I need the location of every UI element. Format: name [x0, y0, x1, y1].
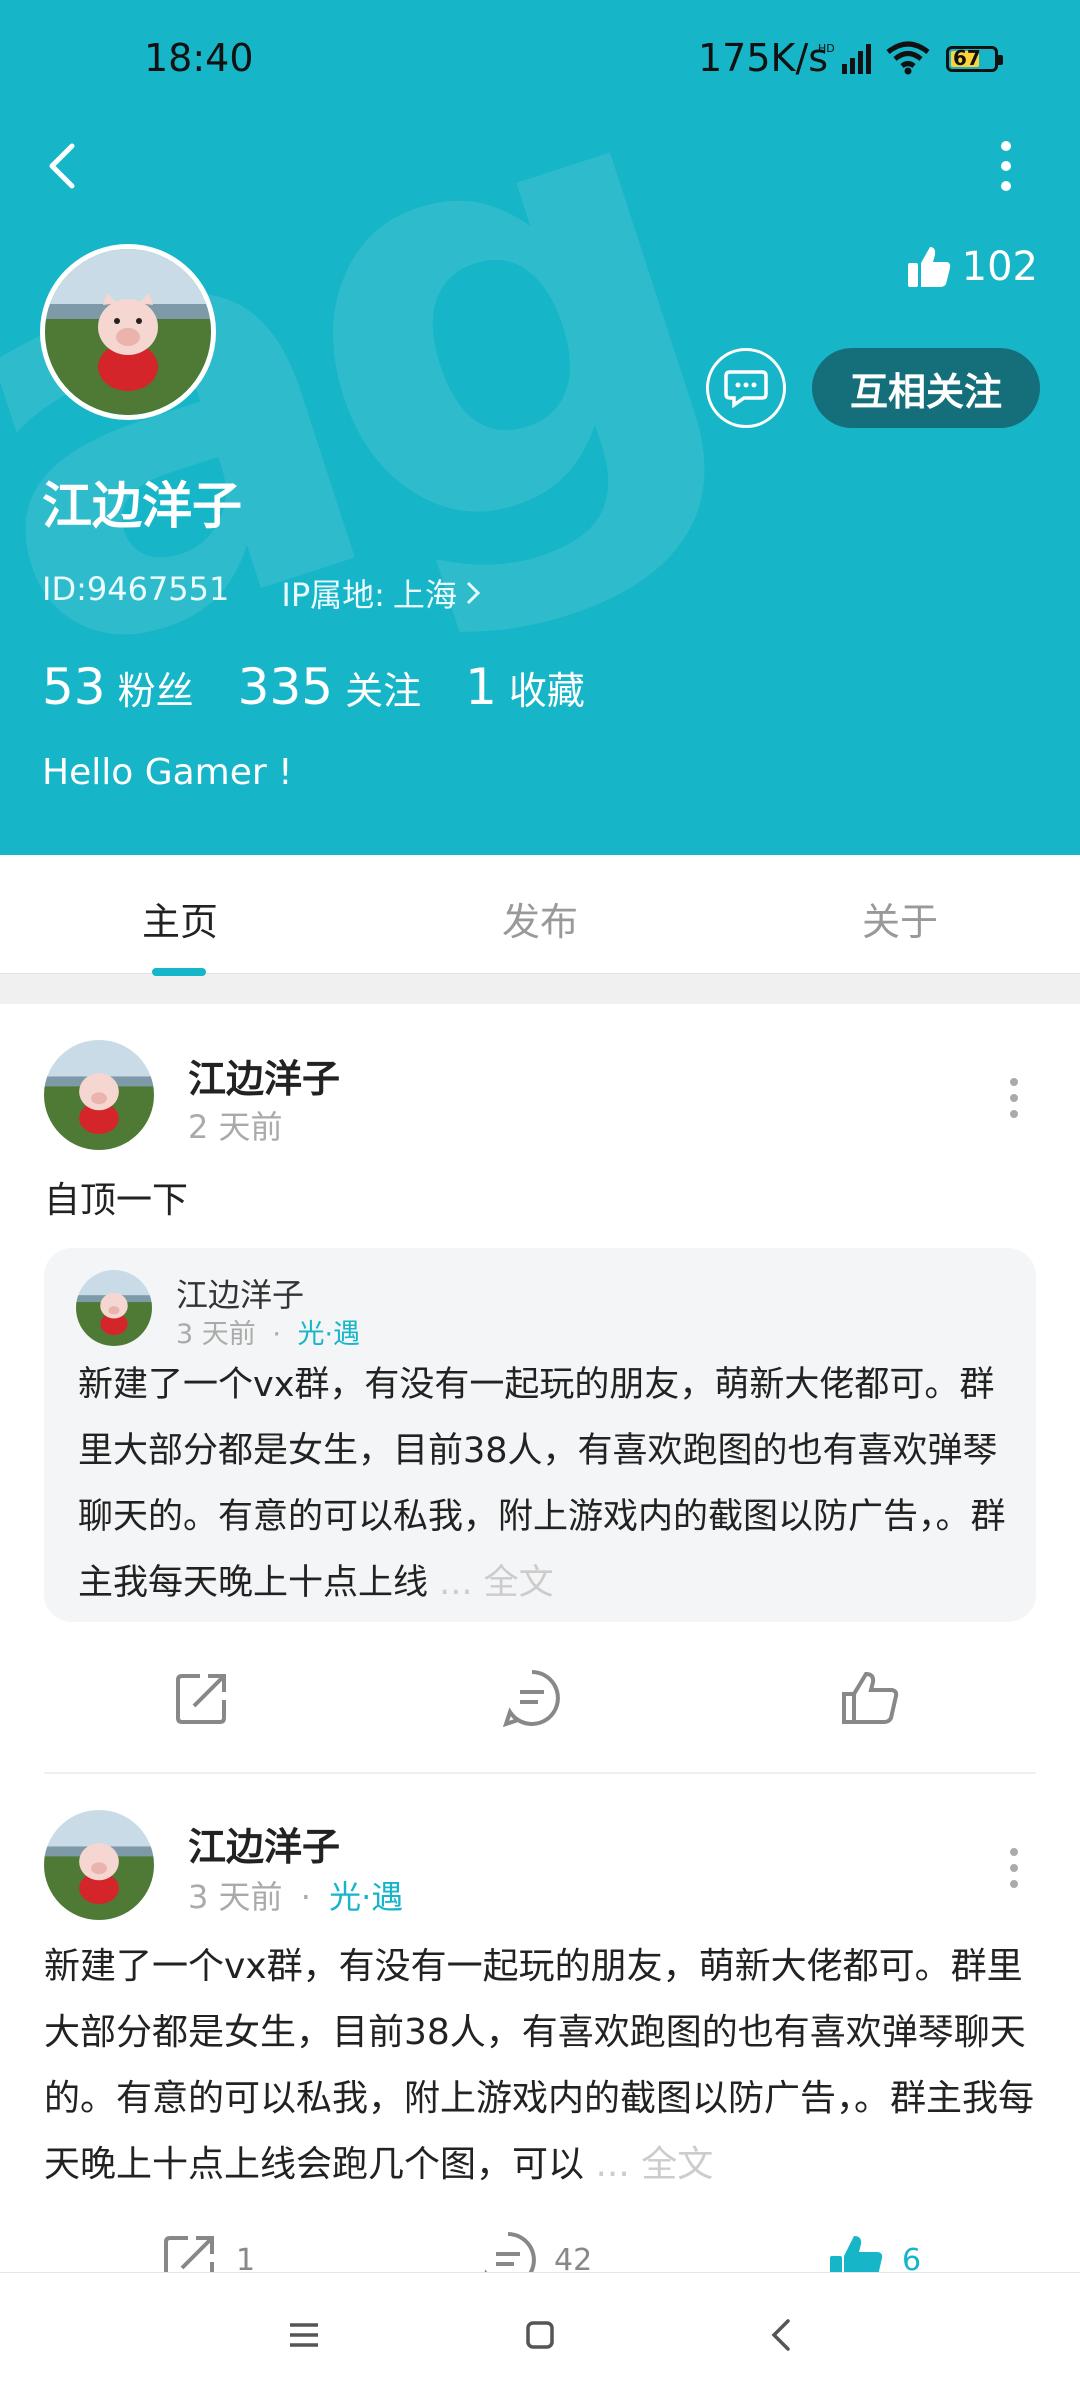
post-author-avatar[interactable] — [44, 1810, 154, 1920]
post-time: 2 天前 — [188, 1108, 283, 1146]
more-icon[interactable] — [990, 140, 1022, 192]
status-bar: 18:40 175K/s HD 67 — [0, 0, 1080, 120]
post-text: 新建了一个vx群，有没有一起玩的朋友，萌新大佬都可。群里大部分都是女生，目前38… — [44, 1934, 1036, 2198]
quoted-game-tag[interactable]: 光·遇 — [298, 1319, 361, 1350]
quoted-author-avatar — [76, 1270, 152, 1346]
menu-icon[interactable] — [284, 2315, 324, 2355]
like-button[interactable] — [840, 1668, 900, 1728]
comment-button[interactable]: 42 — [478, 2230, 592, 2272]
system-navigation-bar — [0, 2272, 1080, 2401]
message-button[interactable] — [706, 348, 786, 428]
post-more-icon[interactable] — [1008, 1846, 1020, 1898]
ip-location-link[interactable]: IP属地: 上海 — [281, 570, 481, 616]
tab-about[interactable]: 关于 — [800, 891, 1000, 946]
meta-separator: · — [272, 1319, 281, 1350]
comment-icon — [502, 1670, 560, 1728]
battery-level: 67 — [953, 46, 981, 70]
user-id: ID:9467551 — [42, 570, 230, 608]
share-icon — [176, 1674, 226, 1724]
like-count-text: 102 — [961, 244, 1038, 290]
followers-label[interactable]: 粉丝 — [118, 660, 194, 715]
svg-text:HD: HD — [818, 42, 835, 55]
ip-location: 上海 — [392, 576, 457, 614]
favorites-label[interactable]: 收藏 — [509, 660, 585, 715]
following-label[interactable]: 关注 — [345, 660, 421, 715]
quoted-post-time: 3 天前 — [176, 1319, 256, 1350]
thumb-up-icon — [842, 1671, 899, 1724]
pig-avatar-image — [76, 1270, 152, 1346]
profile-tabs: 主页 发布 关于 — [0, 855, 1080, 974]
read-more-link[interactable]: ... 全文 — [595, 2144, 713, 2185]
profile-like-count[interactable]: 102 — [906, 244, 1038, 290]
tab-home[interactable]: 主页 — [80, 891, 280, 946]
tab-posts[interactable]: 发布 — [440, 891, 640, 946]
following-count[interactable]: 335 — [238, 658, 333, 716]
read-more-link[interactable]: ... 全文 — [439, 1563, 554, 1603]
like-button[interactable]: 6 — [826, 2230, 921, 2272]
home-icon[interactable] — [520, 2315, 560, 2355]
share-button[interactable]: 1 — [160, 2230, 255, 2272]
profile-stats: 53 粉丝 335 关注 1 收藏 — [42, 658, 629, 716]
post-text: 自顶一下 — [44, 1180, 189, 1221]
profile-bio: Hello Gamer ! — [42, 752, 293, 793]
active-tab-indicator — [152, 968, 206, 976]
back-icon[interactable] — [38, 136, 90, 196]
pig-avatar-image — [45, 249, 211, 415]
post-game-tag[interactable]: 光·遇 — [329, 1878, 403, 1916]
chevron-right-icon — [466, 581, 481, 605]
share-icon — [164, 2236, 214, 2272]
battery-icon: 67 — [946, 46, 1003, 72]
message-icon — [724, 370, 768, 408]
id-line: ID:9467551 IP属地: 上海 — [42, 570, 481, 616]
pig-avatar-image — [44, 1810, 154, 1920]
post-author-name[interactable]: 江边洋子 — [188, 1048, 340, 1103]
network-speed: 175K/s — [698, 36, 829, 80]
share-count: 1 — [236, 2242, 256, 2273]
post-meta: 3 天前 · 光·遇 — [188, 1872, 403, 1918]
profile-header: ag 18:40 175K/s HD 67 102 互相关注 江边洋子 ID:9… — [0, 0, 1080, 855]
post-more-icon[interactable] — [1008, 1076, 1020, 1128]
profile-username: 江边洋子 — [42, 477, 242, 535]
quoted-post-card[interactable]: 江边洋子 3 天前 · 光·遇 新建了一个vx群，有没有一起玩的朋友，萌新大佬都… — [44, 1248, 1036, 1622]
wifi-icon — [886, 41, 930, 75]
followers-count[interactable]: 53 — [42, 658, 106, 716]
profile-avatar[interactable] — [40, 244, 216, 420]
post-time: 3 天前 — [188, 1878, 283, 1916]
quoted-post-text: 新建了一个vx群，有没有一起玩的朋友，萌新大佬都可。群里大部分都是女生，目前38… — [78, 1352, 1008, 1616]
mutual-follow-button[interactable]: 互相关注 — [812, 348, 1040, 428]
comment-count: 42 — [554, 2242, 593, 2273]
ip-label: IP属地: — [281, 576, 385, 614]
pig-avatar-image — [44, 1040, 154, 1150]
quoted-post-meta: 3 天前 · 光·遇 — [176, 1312, 360, 1351]
comment-icon — [484, 2232, 536, 2272]
meta-separator: · — [300, 1878, 311, 1916]
nav-back-icon[interactable] — [762, 2315, 802, 2355]
post-divider — [44, 1772, 1036, 1774]
favorites-count[interactable]: 1 — [465, 658, 497, 716]
post-author-name[interactable]: 江边洋子 — [188, 1816, 340, 1871]
share-button[interactable] — [172, 1668, 232, 1728]
post-feed: 江边洋子 2 天前 自顶一下 江边洋子 3 天前 · 光·遇 新建了一个vx群，… — [0, 1004, 1080, 2272]
comment-button[interactable] — [502, 1668, 562, 1728]
like-count: 6 — [902, 2242, 922, 2273]
post-body: 新建了一个vx群，有没有一起玩的朋友，萌新大佬都可。群里大部分都是女生，目前38… — [44, 1946, 1035, 2185]
status-time: 18:40 — [144, 36, 254, 80]
signal-icon: HD — [818, 42, 871, 74]
quoted-author-name[interactable]: 江边洋子 — [176, 1270, 304, 1316]
post-author-avatar[interactable] — [44, 1040, 154, 1150]
thumb-up-icon — [907, 247, 950, 287]
thumb-up-filled-icon — [830, 2236, 883, 2272]
